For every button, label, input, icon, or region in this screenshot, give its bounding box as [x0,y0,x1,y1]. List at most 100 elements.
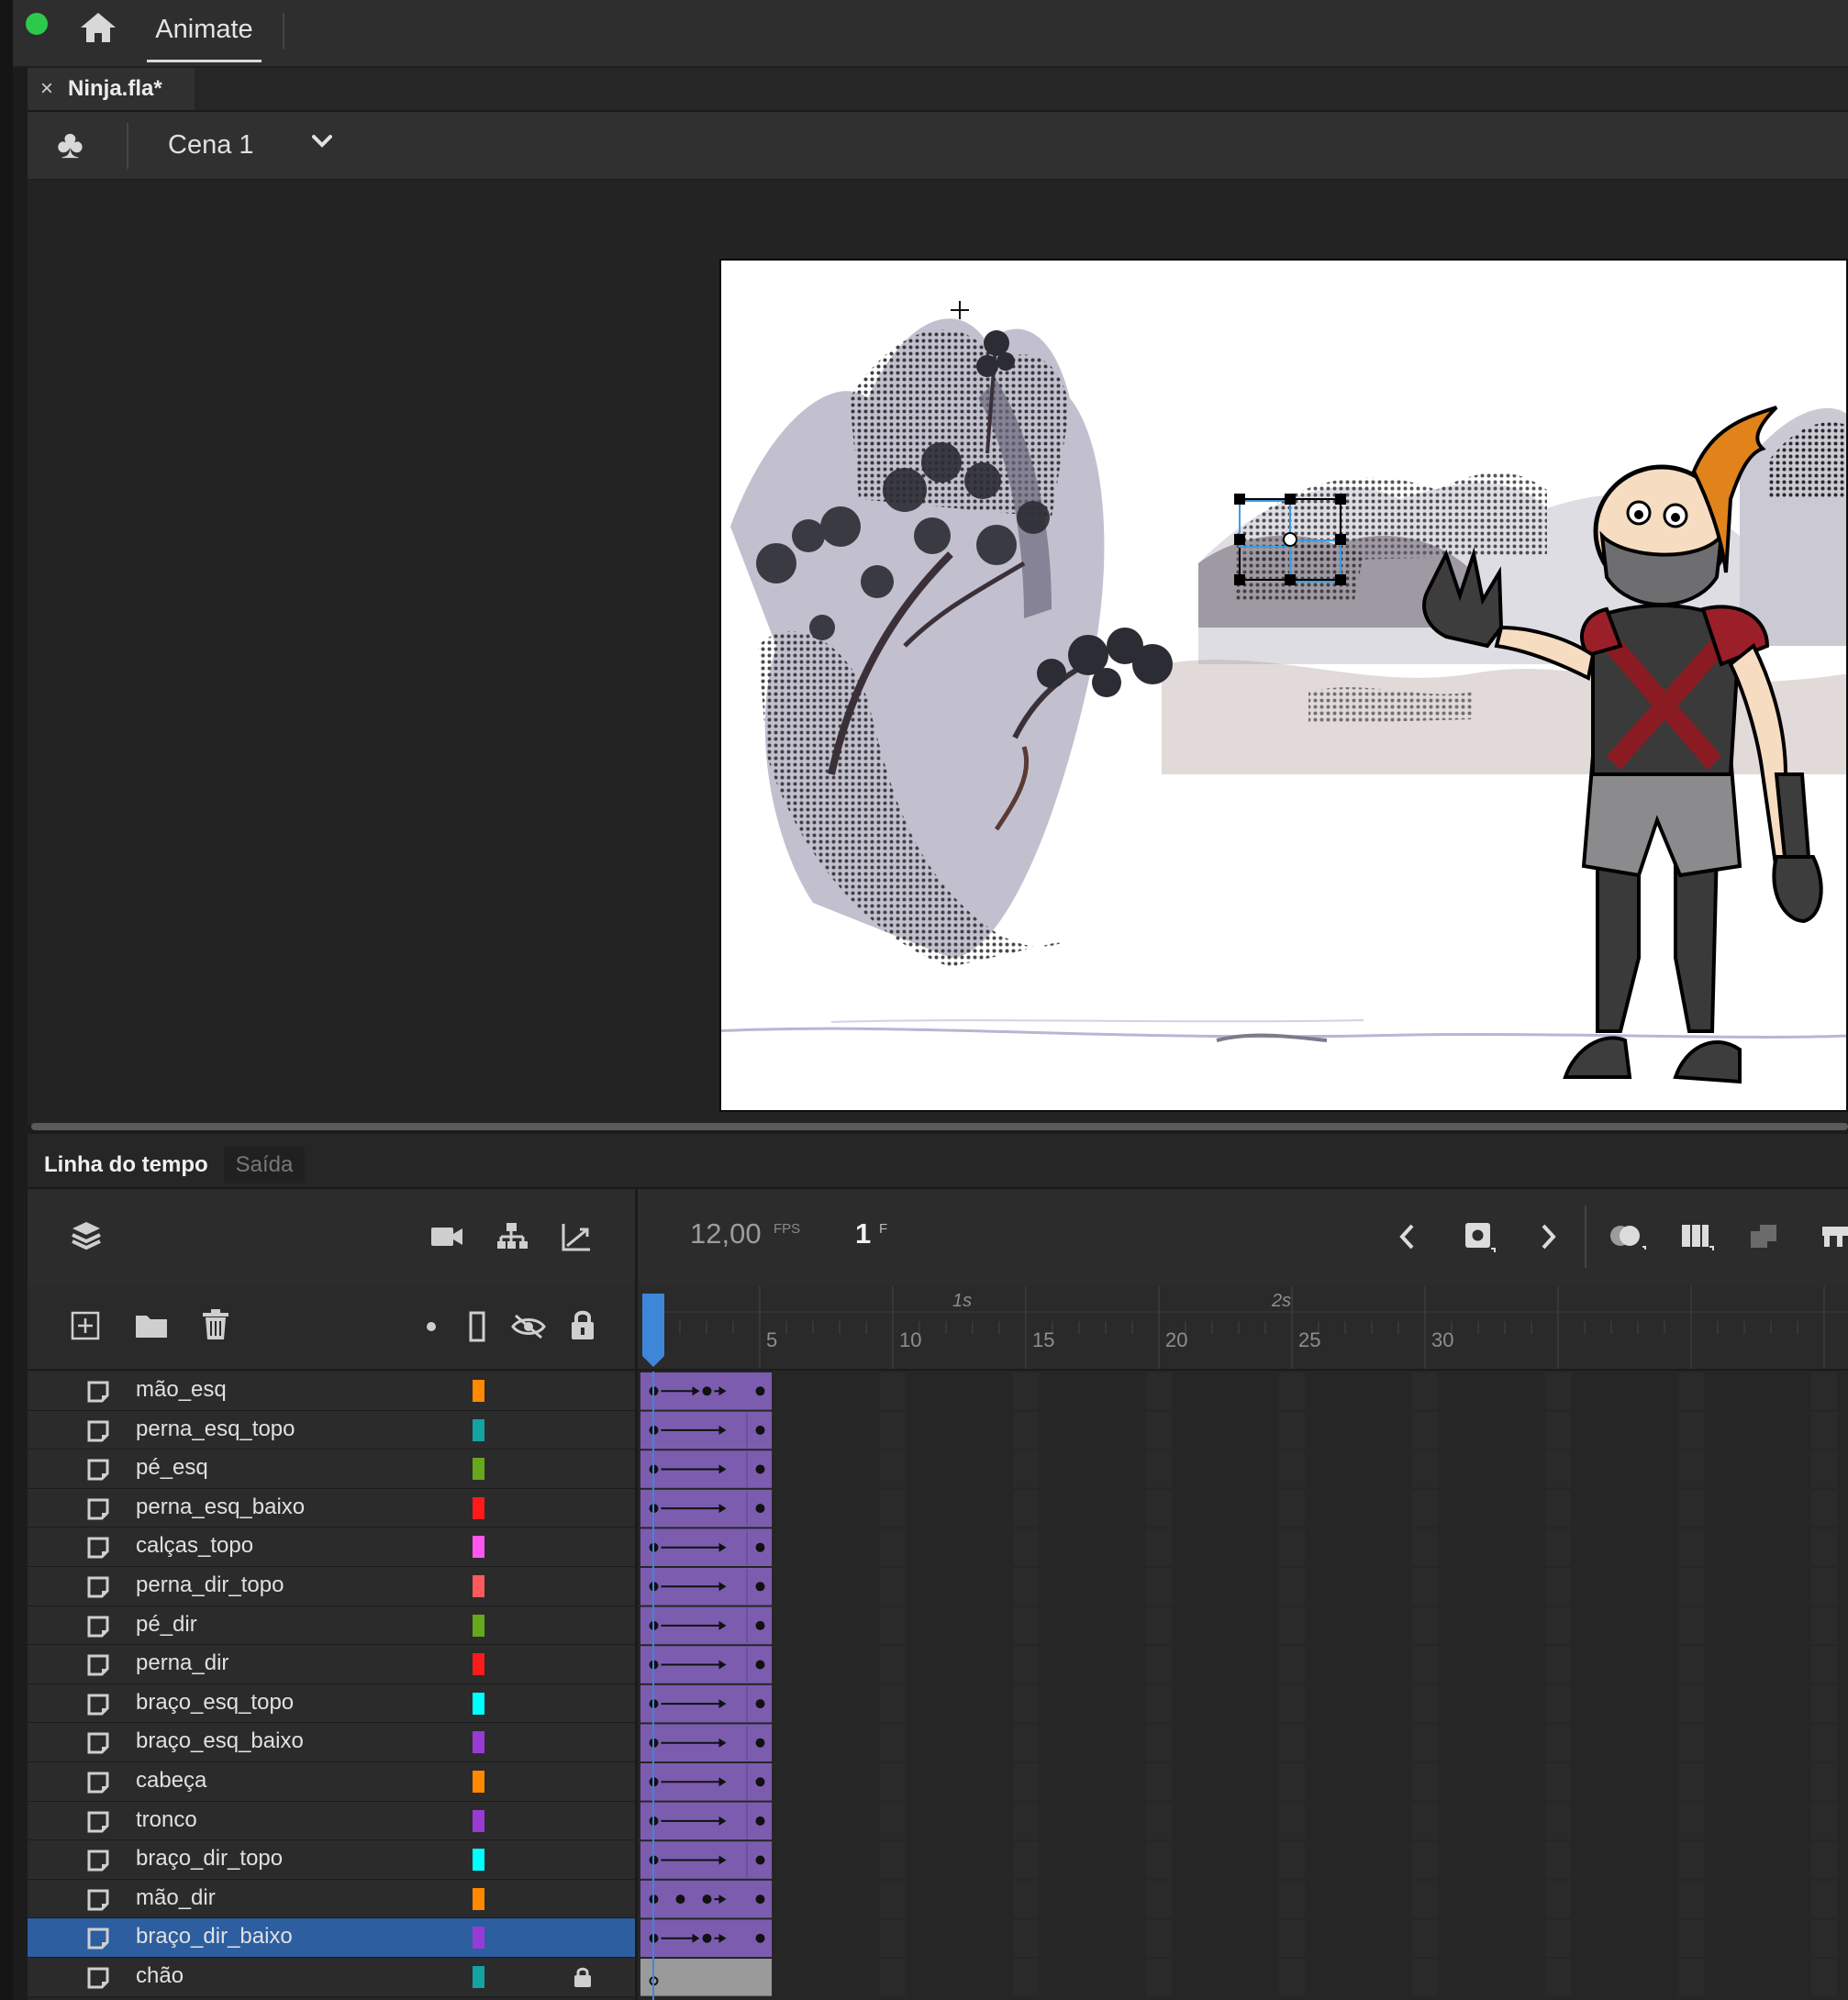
paste-frames-icon[interactable] [1749,1222,1782,1251]
layer-name[interactable]: perna_esq_topo [136,1417,295,1442]
keyframe[interactable] [755,1542,765,1552]
layer-color-swatch[interactable] [473,1496,484,1519]
frame-row[interactable] [640,1919,1848,1957]
frame-row[interactable] [640,1606,1848,1645]
frame-row[interactable] [640,1568,1848,1606]
layer-row[interactable]: tronco [28,1801,635,1841]
layer-color-swatch[interactable] [473,1418,484,1441]
window-zoom-button[interactable] [26,13,48,35]
new-folder-icon[interactable] [134,1312,169,1339]
keyframe[interactable] [755,1933,765,1943]
layer-name[interactable]: mão_dir [136,1885,216,1911]
lock-icon[interactable] [569,1308,596,1341]
layer-color-swatch[interactable] [473,1887,484,1910]
stage-canvas[interactable] [719,259,1848,1112]
layer-name[interactable]: perna_dir [136,1650,228,1676]
keyframe[interactable] [702,1386,712,1396]
layer-name[interactable]: pé_esq [136,1455,208,1481]
keyframe[interactable] [675,1894,685,1905]
layer-color-swatch[interactable] [473,1965,484,1988]
panel-splitter[interactable] [31,1123,1848,1130]
layer-row[interactable]: chão [28,1957,635,1997]
tween-span[interactable] [640,1959,772,1996]
layer-name[interactable]: perna_dir_topo [136,1572,284,1598]
layer-color-swatch[interactable] [473,1536,484,1559]
keyframe[interactable] [755,1660,765,1670]
previous-frame-icon[interactable] [1397,1222,1419,1251]
timeline-options-icon[interactable] [1820,1222,1848,1251]
scene-name[interactable]: Cena 1 [168,127,254,163]
tab-timeline[interactable]: Linha do tempo [31,1147,223,1183]
frame-row[interactable] [640,1880,1848,1918]
camera-icon[interactable] [429,1224,464,1250]
keyframe[interactable] [755,1738,765,1748]
layer-name[interactable]: chão [136,1963,184,1989]
layer-color-swatch[interactable] [473,1809,484,1832]
keyframe[interactable] [755,1777,765,1787]
layer-color-swatch[interactable] [473,1731,484,1754]
timeline-ruler[interactable]: 5 10 15 20 25 30 1s 2s [638,1286,1848,1371]
keyframe[interactable] [755,1816,765,1826]
edit-multiple-frames-icon[interactable] [1679,1222,1714,1251]
keyframe[interactable] [755,1425,765,1435]
lock-icon[interactable] [573,1965,593,1994]
keyframe[interactable] [755,1386,765,1396]
keyframe[interactable] [755,1504,765,1514]
frame-row[interactable] [640,1724,1848,1761]
layer-row[interactable]: mão_esq [28,1372,635,1411]
frame-row[interactable] [640,1684,1848,1723]
fps-value[interactable]: 12,00 [690,1217,762,1250]
layer-color-swatch[interactable] [473,1458,484,1481]
layer-row[interactable]: braço_dir_baixo [28,1918,635,1958]
layer-row[interactable]: perna_dir_topo [28,1566,635,1606]
playhead-handle[interactable] [642,1294,664,1367]
layer-row[interactable]: pé_dir [28,1606,635,1646]
keyframe[interactable] [702,1894,712,1905]
layer-name[interactable]: braço_dir_topo [136,1846,283,1872]
layer-row[interactable]: braço_esq_topo [28,1683,635,1724]
layer-name[interactable]: cabeça [136,1768,206,1794]
layer-name[interactable]: perna_esq_baixo [136,1494,305,1520]
frame-row[interactable] [640,1841,1848,1879]
layer-row[interactable]: perna_esq_topo [28,1410,635,1450]
layer-color-swatch[interactable] [473,1380,484,1402]
highlight-layer-dot-icon[interactable] [426,1321,437,1332]
layer-row[interactable]: mão_dir [28,1879,635,1919]
frame-row[interactable] [640,1489,1848,1528]
keyframe[interactable] [755,1699,765,1709]
layer-color-swatch[interactable] [473,1927,484,1950]
keyframe[interactable] [702,1933,712,1943]
layer-name[interactable]: braço_dir_baixo [136,1924,293,1950]
insert-keyframe-icon[interactable] [1463,1220,1496,1253]
workspace-tab-animate[interactable]: Animate [147,0,262,62]
layer-name[interactable]: mão_esq [136,1377,227,1403]
layer-row[interactable]: perna_dir [28,1645,635,1684]
keyframe[interactable] [755,1620,765,1630]
layer-row[interactable]: cabeça [28,1761,635,1802]
onion-skin-icon[interactable] [1608,1222,1646,1251]
frame-row[interactable] [640,1528,1848,1566]
keyframe[interactable] [755,1894,765,1905]
layer-row[interactable]: calças_topo [28,1528,635,1567]
layer-name[interactable]: braço_esq_baixo [136,1728,304,1754]
frame-row[interactable] [640,1646,1848,1683]
hide-layers-eye-icon[interactable] [510,1312,547,1341]
frame-row[interactable] [640,1372,1848,1410]
layer-name[interactable]: tronco [136,1807,197,1833]
layers-icon[interactable] [70,1218,103,1255]
keyframe[interactable] [755,1582,765,1592]
frame-row[interactable] [640,1411,1848,1450]
outline-toggle-icon[interactable] [468,1310,486,1343]
layer-color-swatch[interactable] [473,1614,484,1637]
next-frame-icon[interactable] [1537,1222,1559,1251]
layer-color-swatch[interactable] [473,1574,484,1597]
delete-icon[interactable] [200,1308,231,1341]
layer-row[interactable]: perna_esq_baixo [28,1488,635,1528]
keyframe[interactable] [755,1464,765,1474]
frame-row[interactable] [640,1450,1848,1488]
layer-name[interactable]: braço_esq_topo [136,1690,294,1716]
layer-name[interactable]: calças_topo [136,1533,253,1559]
frame-row[interactable] [640,1802,1848,1840]
document-tab[interactable]: × Ninja.fla* [28,68,195,110]
current-frame-value[interactable]: 1 [855,1217,871,1250]
